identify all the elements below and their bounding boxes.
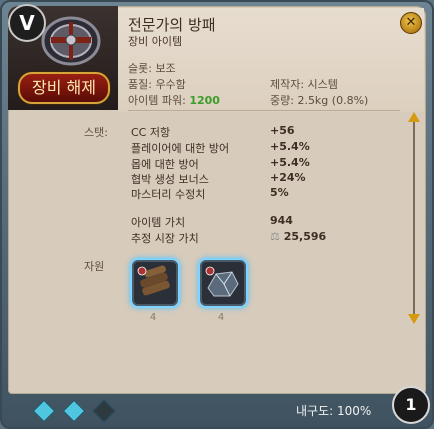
item-power-label: 아이템 파워: xyxy=(128,94,186,107)
scroll-down-arrow[interactable] xyxy=(408,314,420,324)
market-value-label: 추정 시장 가치 xyxy=(131,232,199,245)
resources-label: 자원 xyxy=(84,260,105,273)
stat-name: 마스터리 수정치 xyxy=(131,188,206,201)
lumber-count: 4 xyxy=(149,312,157,323)
item-quality: 품질: 우수함 xyxy=(128,78,186,91)
item-value: 944 xyxy=(270,214,293,227)
header-divider xyxy=(128,110,400,111)
stack-badge: 1 xyxy=(392,386,430,424)
ore-icon[interactable] xyxy=(200,260,246,306)
coin-icon: ⚖ xyxy=(270,230,280,243)
stats-label: 스탯: xyxy=(84,126,108,139)
stat-name: 협박 생성 보너스 xyxy=(131,173,209,186)
item-slot: 슬롯: 보조 xyxy=(128,62,176,75)
stat-name: 플레이어에 대한 방어 xyxy=(131,142,230,155)
scroll-up-arrow[interactable] xyxy=(408,112,420,122)
item-power-value: 1200 xyxy=(189,94,220,107)
ore-icon-graphic xyxy=(205,266,239,297)
scrollbar[interactable] xyxy=(408,112,420,324)
durability-text: 내구도: 100% xyxy=(296,404,372,418)
lumber-icon-graphic xyxy=(137,265,170,296)
unequip-button[interactable]: 장비 해제 xyxy=(18,72,110,104)
stat-value: +24% xyxy=(270,171,306,184)
ore-count: 4 xyxy=(217,312,225,323)
item-power: 아이템 파워: 1200 xyxy=(128,92,220,108)
stat-name: CC 저항 xyxy=(131,126,171,139)
scroll-track-line xyxy=(413,122,415,316)
item-weight: 중량: 2.5kg (0.8%) xyxy=(270,94,369,107)
market-value: ⚖ 25,596 xyxy=(270,230,326,243)
close-button[interactable]: ✕ xyxy=(400,12,422,34)
item-maker: 제작자: 시스템 xyxy=(270,78,338,91)
stat-value: +5.4% xyxy=(270,156,310,169)
tier-badge: V xyxy=(8,4,46,42)
market-value-number: 25,596 xyxy=(283,230,327,243)
stat-value: +5.4% xyxy=(270,140,310,153)
item-name: 전문가의 방패 xyxy=(128,16,216,34)
stat-value: +56 xyxy=(270,124,295,137)
stat-value: 5% xyxy=(270,186,289,199)
item-category: 장비 아이템 xyxy=(128,35,183,48)
item-value-label: 아이템 가치 xyxy=(131,216,186,229)
stat-name: 몹에 대한 방어 xyxy=(131,158,199,171)
lumber-icon[interactable] xyxy=(132,260,178,306)
